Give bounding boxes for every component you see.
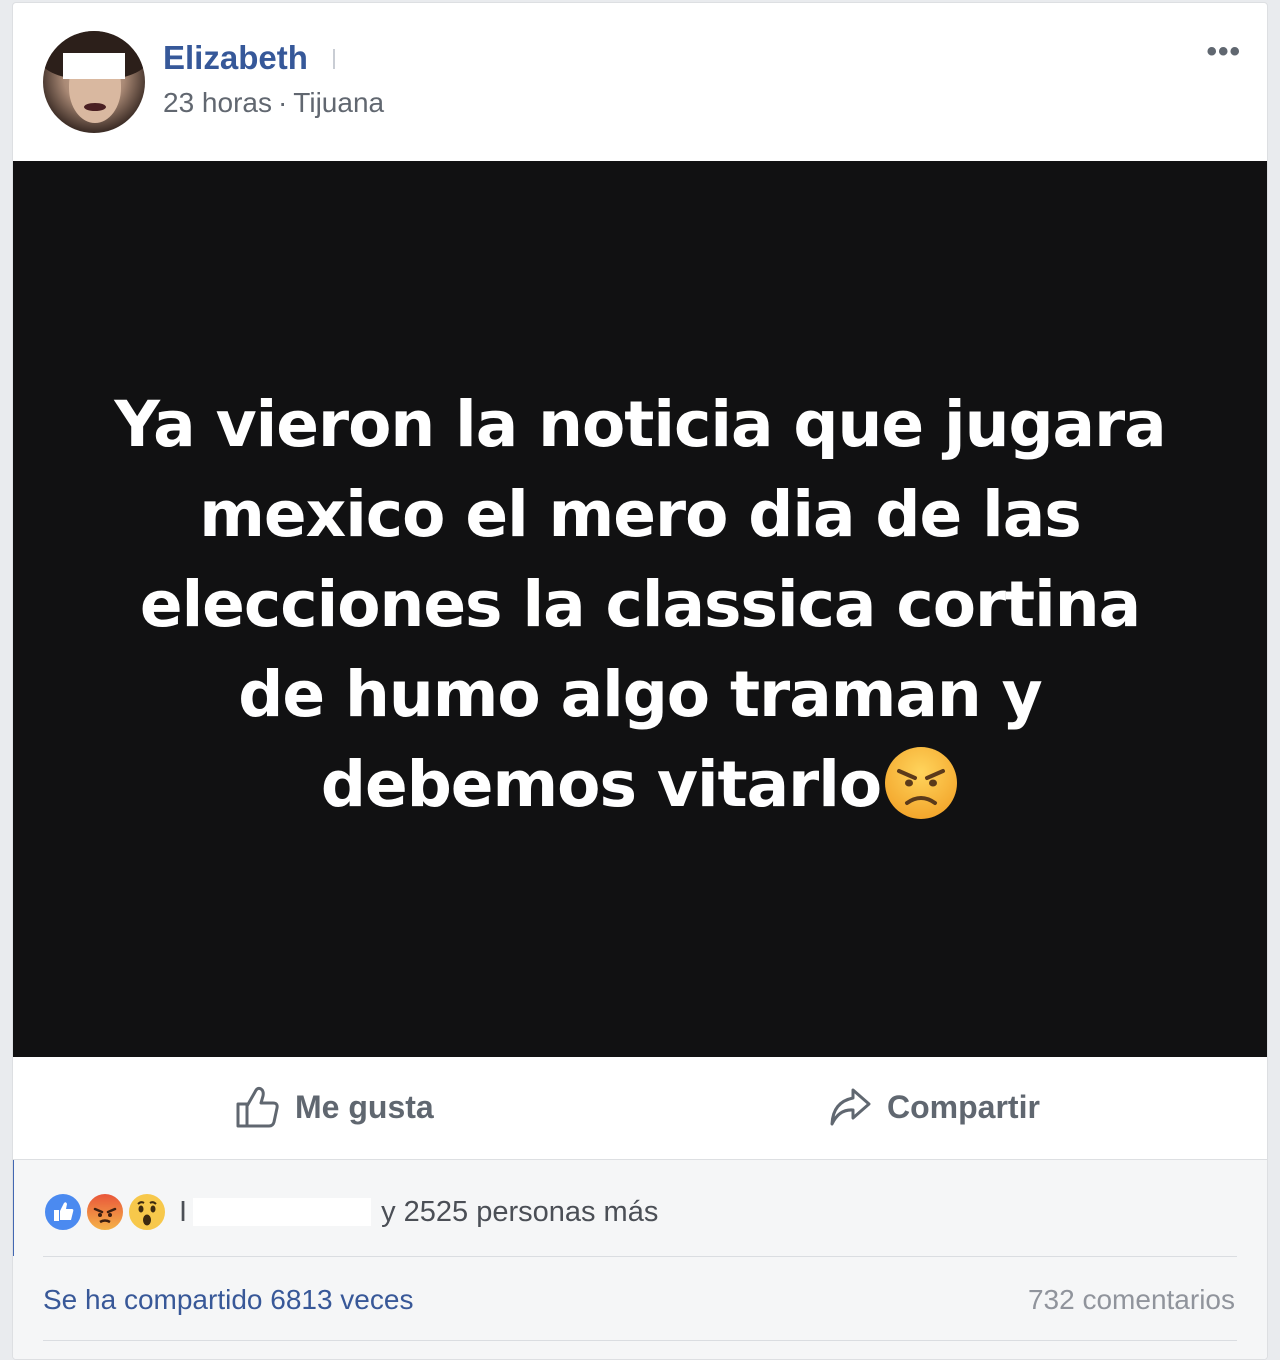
wow-reaction-icon	[127, 1192, 167, 1232]
reactions-leading-char: I	[179, 1195, 188, 1228]
footer-divider	[43, 1256, 1237, 1257]
ellipsis-icon[interactable]: •••	[1206, 37, 1241, 67]
post-actions: Me gusta Compartir	[13, 1057, 1267, 1159]
angry-face-icon	[885, 746, 958, 819]
angry-reaction-icon	[85, 1192, 125, 1232]
reactions-count: y 2525 personas más	[381, 1195, 659, 1228]
footer-divider-bottom	[43, 1340, 1237, 1341]
post-footer: I y 2525 personas más Se ha compartido 6…	[13, 1159, 1267, 1359]
avatar-redaction	[63, 53, 125, 79]
post-location[interactable]: Tijuana	[293, 87, 384, 118]
shares-count[interactable]: Se ha compartido 6813 veces	[43, 1284, 413, 1316]
avatar-lips	[84, 103, 106, 111]
thumbs-up-icon	[236, 1086, 279, 1128]
like-reaction-icon	[43, 1192, 83, 1232]
share-label: Compartir	[887, 1088, 1040, 1125]
post-header: Elizabeth 23 horas · Tijuana •••	[13, 3, 1267, 161]
reactors-redaction	[193, 1198, 372, 1226]
share-button[interactable]: Compartir	[827, 1079, 1040, 1135]
post-card: Elizabeth 23 horas · Tijuana ••• Ya vieron…	[12, 2, 1268, 1360]
comments-count[interactable]: 732 comentarios	[1028, 1284, 1235, 1316]
post-image-caption: Ya vieron la noticia que jugara mexico e…	[100, 380, 1180, 830]
post-image[interactable]: Ya vieron la noticia que jugara mexico e…	[13, 161, 1267, 1057]
author-name[interactable]: Elizabeth	[163, 39, 308, 77]
like-button[interactable]: Me gusta	[235, 1079, 434, 1135]
name-redaction-mark	[333, 49, 335, 69]
focus-indicator	[13, 1160, 14, 1256]
meta-separator: ·	[277, 87, 288, 118]
like-label: Me gusta	[295, 1088, 434, 1125]
author-avatar[interactable]	[43, 31, 145, 133]
share-arrow-icon	[830, 1088, 871, 1126]
post-meta: 23 horas · Tijuana	[163, 87, 384, 119]
image-text: Ya vieron la noticia que jugara mexico e…	[114, 388, 1166, 821]
reactions-summary[interactable]: I y 2525 personas más	[43, 1190, 658, 1234]
post-timestamp[interactable]: 23 horas	[163, 87, 272, 118]
